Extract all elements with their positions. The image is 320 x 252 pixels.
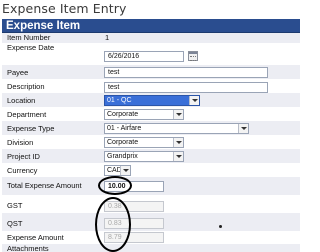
row-expense-amount: Expense Amount 8.79: [2, 231, 300, 244]
gst-label: GST: [7, 201, 23, 210]
payee-label: Payee: [7, 68, 29, 77]
chevron-down-icon[interactable]: [173, 152, 183, 161]
total-expense-amount-label: Total Expense Amount: [7, 181, 82, 190]
item-number-label: Item Number: [7, 33, 51, 42]
row-description: Description test: [2, 79, 300, 93]
currency-select[interactable]: CAD: [104, 165, 131, 176]
page-title: Expense Item Entry: [2, 1, 127, 16]
row-expense-date: Expense Date 6/26/2016: [2, 43, 300, 65]
row-attachments: Attachments: [2, 244, 300, 252]
row-total-expense-amount: Total Expense Amount 10.00: [2, 177, 300, 195]
annotation-circle-total: [98, 176, 132, 195]
attachments-label: Attachments: [7, 244, 49, 252]
expense-date-label: Expense Date: [7, 43, 55, 52]
expense-type-value: 01 - Airfare: [107, 125, 142, 132]
qst-label: QST: [7, 219, 23, 228]
payee-input[interactable]: test: [104, 67, 268, 78]
chevron-down-icon[interactable]: [120, 166, 130, 175]
division-label: Division: [7, 138, 34, 147]
row-division: Division Corporate: [2, 135, 300, 149]
department-value: Corporate: [107, 111, 139, 118]
description-input[interactable]: test: [104, 82, 268, 93]
project-id-label: Project ID: [7, 152, 40, 161]
expense-type-select[interactable]: 01 - Airfare: [104, 123, 249, 134]
project-id-value: Grandprix: [107, 153, 138, 160]
section-header: Expense Item: [2, 19, 300, 33]
row-project-id: Project ID Grandprix: [2, 149, 300, 163]
expense-type-label: Expense Type: [7, 124, 55, 133]
currency-label: Currency: [7, 166, 38, 175]
chevron-down-icon[interactable]: [189, 96, 199, 105]
annotation-dot: [219, 225, 222, 228]
project-id-select[interactable]: Grandprix: [104, 151, 184, 162]
calendar-icon[interactable]: [188, 51, 198, 61]
expense-date-input[interactable]: 6/26/2016: [104, 51, 184, 62]
row-expense-type: Expense Type 01 - Airfare: [2, 121, 300, 135]
division-value: Corporate: [107, 139, 139, 146]
division-select[interactable]: Corporate: [104, 137, 184, 148]
chevron-down-icon[interactable]: [173, 138, 183, 147]
row-department: Department Corporate: [2, 107, 300, 121]
expense-form: Item Number 1 Expense Date 6/26/2016 Pay…: [2, 33, 300, 252]
department-label: Department: [7, 110, 47, 119]
location-select[interactable]: 01 - QC: [104, 95, 200, 106]
section-header-title: Expense Item: [6, 20, 81, 32]
description-label: Description: [7, 82, 45, 91]
chevron-down-icon[interactable]: [173, 110, 183, 119]
row-location: Location 01 - QC: [2, 93, 300, 107]
item-number-value: 1: [105, 33, 110, 42]
expense-amount-label: Expense Amount: [7, 233, 64, 242]
chevron-down-icon[interactable]: [238, 124, 248, 133]
location-label: Location: [7, 96, 36, 105]
row-payee: Payee test: [2, 65, 300, 79]
row-item-number: Item Number 1: [2, 33, 300, 43]
row-gst: GST 0.38: [2, 195, 300, 213]
row-qst: QST 0.83: [2, 213, 300, 231]
department-select[interactable]: Corporate: [104, 109, 184, 120]
location-value: 01 - QC: [107, 97, 132, 104]
row-currency: Currency CAD: [2, 163, 300, 177]
annotation-circle-taxes: [95, 197, 131, 252]
